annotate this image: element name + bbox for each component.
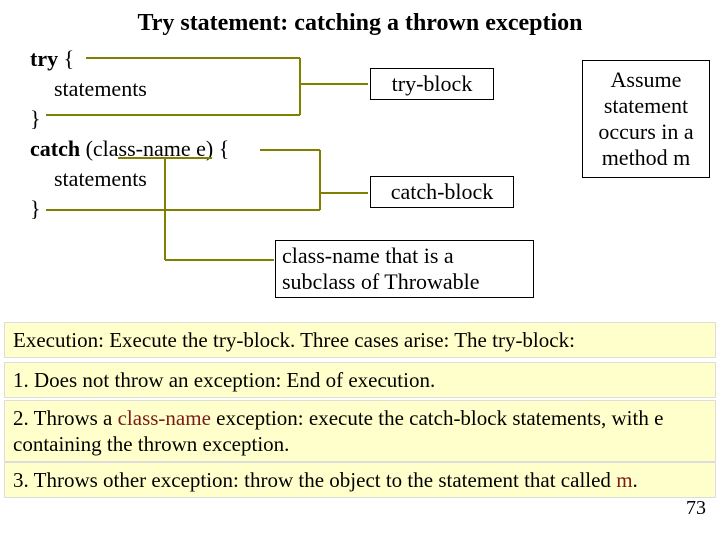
execution-intro: Execution: Execute the try-block. Three … bbox=[4, 322, 716, 358]
try-keyword: try bbox=[30, 46, 58, 71]
brace-open-1: { bbox=[58, 46, 74, 71]
try-block-label: try-block bbox=[370, 68, 494, 100]
catch-block-label: catch-block bbox=[370, 176, 514, 208]
execution-case3: 3. Throws other exception: throw the obj… bbox=[4, 462, 716, 498]
execution-case2: 2. Throws a class-name exception: execut… bbox=[4, 400, 716, 462]
case2-classname: class-name bbox=[118, 406, 211, 430]
case3-m: m bbox=[616, 468, 632, 492]
catch-params: (class-name e) { bbox=[80, 136, 229, 161]
slide-title: Try statement: catching a thrown excepti… bbox=[0, 0, 720, 37]
case3-suffix: . bbox=[633, 468, 638, 492]
assume-box: Assume statement occurs in a method m bbox=[582, 60, 710, 178]
case3-prefix: 3. Throws other exception: throw the obj… bbox=[13, 468, 616, 492]
brace-close-2: } bbox=[30, 194, 690, 224]
execution-case1: 1. Does not throw an exception: End of e… bbox=[4, 362, 716, 398]
catch-keyword: catch bbox=[30, 136, 80, 161]
page-number: 73 bbox=[686, 497, 706, 520]
case2-prefix: 2. Throws a bbox=[13, 406, 118, 430]
subclass-box: class-name that is a subclass of Throwab… bbox=[275, 240, 534, 298]
